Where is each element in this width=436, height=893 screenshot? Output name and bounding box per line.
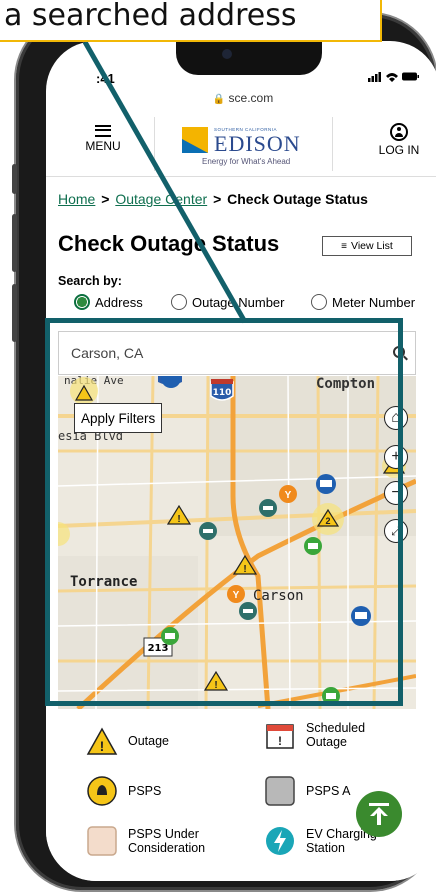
camera-icon xyxy=(222,49,232,59)
status-time: :41 xyxy=(96,71,115,86)
svg-text:2: 2 xyxy=(325,516,330,526)
crew-vehicle-marker-icon[interactable] xyxy=(316,474,336,494)
radio-meter-number[interactable]: Meter Number xyxy=(311,294,415,310)
service-center-marker-icon[interactable] xyxy=(239,602,257,620)
menu-button[interactable]: MENU xyxy=(80,125,126,153)
crew-vehicle-marker-icon[interactable] xyxy=(351,606,371,626)
legend-item-scheduled-outage: ! Scheduled Outage xyxy=(264,719,404,751)
service-center-marker-icon[interactable] xyxy=(259,499,277,517)
callout-text: a searched address xyxy=(4,0,297,33)
psps-bell-icon xyxy=(86,775,118,807)
legend-item-psps-area: PSPS A xyxy=(264,775,350,807)
radio-outage-number[interactable]: Outage Number xyxy=(171,294,285,310)
svg-text:Y: Y xyxy=(233,590,240,601)
search-input-value[interactable]: Carson, CA xyxy=(71,345,143,361)
psps-consideration-icon xyxy=(86,825,118,857)
user-icon xyxy=(390,123,408,141)
warning-triangle-icon: ! xyxy=(86,725,118,757)
svg-text:213: 213 xyxy=(148,643,169,654)
menu-label: MENU xyxy=(85,139,121,153)
search-by-label: Search by: xyxy=(58,274,122,288)
login-label: LOG IN xyxy=(378,143,420,157)
logo-tagline: Energy for What's Ahead xyxy=(202,157,291,166)
radio-unselected-icon xyxy=(311,294,327,310)
url-text: sce.com xyxy=(228,91,274,105)
breadcrumb-separator: > xyxy=(101,191,110,207)
breadcrumb-home-link[interactable]: Home xyxy=(58,191,95,207)
radio-address-label: Address xyxy=(95,294,143,310)
home-icon[interactable]: ⌂ xyxy=(384,406,408,430)
radio-unselected-icon xyxy=(171,294,187,310)
page-title: Check Outage Status xyxy=(58,231,280,256)
list-icon: ≡ xyxy=(341,240,347,252)
fullscreen-icon[interactable]: ⤢ xyxy=(384,519,408,543)
view-list-button[interactable]: ≡ View List xyxy=(322,236,412,256)
food-marker-icon[interactable]: Y xyxy=(279,485,297,503)
site-header: MENU SOUTHERN CALIFORNIA EDISON Energy f… xyxy=(46,109,436,177)
signal-wifi-battery-icon xyxy=(368,72,419,82)
login-button[interactable]: LOG IN xyxy=(374,123,424,157)
map-label-compton: Compton xyxy=(316,376,375,392)
map-label-carson: Carson xyxy=(253,588,304,604)
search-icon[interactable] xyxy=(393,346,405,358)
breadcrumb-current: Check Outage Status xyxy=(227,191,368,207)
radio-meter-number-label: Meter Number xyxy=(332,294,416,310)
header-divider xyxy=(154,117,155,171)
map-label-torrance: Torrance xyxy=(70,574,137,590)
legend-label: Outage xyxy=(128,733,170,748)
psps-area-icon xyxy=(264,775,296,807)
svg-text:110: 110 xyxy=(213,388,232,398)
legend-item-psps-under-consideration: PSPS Under Consideration xyxy=(86,825,246,857)
view-list-label: View List xyxy=(351,240,393,252)
legend-item-outage: ! Outage xyxy=(86,725,169,757)
svg-text:!: ! xyxy=(177,514,180,525)
svg-text:!: ! xyxy=(243,564,246,575)
legend-label: PSPS Under Consideration xyxy=(128,826,206,855)
radio-selected-icon xyxy=(74,294,90,310)
legend-item-psps: PSPS xyxy=(86,775,161,807)
sce-logo[interactable]: SOUTHERN CALIFORNIA EDISON Energy for Wh… xyxy=(174,115,314,171)
svg-text:!: ! xyxy=(100,738,105,754)
logo-name: EDISON xyxy=(214,131,301,156)
mute-switch xyxy=(12,164,17,194)
calendar-warning-icon: ! xyxy=(264,719,296,751)
zoom-out-icon[interactable]: − xyxy=(384,481,408,505)
ev-bolt-icon xyxy=(264,825,296,857)
highway-shield-110: 110 xyxy=(210,379,234,401)
ev-station-marker-icon[interactable] xyxy=(304,537,322,555)
phone-frame: :41 🔒 sce.com MENU SOUTHERN CALIFORNIA E… xyxy=(12,14,436,890)
address-search-field[interactable]: Carson, CA xyxy=(58,331,416,375)
radio-outage-number-label: Outage Number xyxy=(192,294,285,310)
arrow-up-icon xyxy=(369,803,389,825)
search-by-radio-group: Address Outage Number Meter Number xyxy=(58,294,436,316)
callout-label: a searched address xyxy=(0,0,382,42)
header-divider xyxy=(332,117,333,171)
breadcrumb-outage-center-link[interactable]: Outage Center xyxy=(115,191,207,207)
svg-text:!: ! xyxy=(214,680,217,691)
ev-station-marker-icon[interactable] xyxy=(161,627,179,645)
hamburger-icon xyxy=(95,125,111,137)
status-icons xyxy=(368,71,420,86)
svg-text:!: ! xyxy=(278,734,282,748)
url-bar[interactable]: 🔒 sce.com xyxy=(46,91,436,105)
notch xyxy=(176,41,322,75)
apply-filters-button[interactable]: Apply Filters xyxy=(74,403,163,433)
food-marker-icon[interactable]: Y xyxy=(227,585,245,603)
breadcrumb: Home > Outage Center > Check Outage Stat… xyxy=(58,191,368,207)
scroll-to-top-button[interactable] xyxy=(356,791,402,837)
legend-label: PSPS A xyxy=(306,783,351,798)
service-center-marker-icon[interactable] xyxy=(199,522,217,540)
volume-up-button xyxy=(12,214,17,272)
legend-label: PSPS xyxy=(128,783,162,798)
lock-icon: 🔒 xyxy=(212,94,226,105)
volume-down-button xyxy=(12,284,17,342)
svg-text:Y: Y xyxy=(285,490,292,501)
ev-station-marker-icon[interactable] xyxy=(322,687,340,705)
breadcrumb-separator: > xyxy=(213,191,222,207)
edison-logo-mark-icon xyxy=(182,127,208,153)
zoom-in-icon[interactable]: + xyxy=(384,445,408,469)
legend-label: Scheduled Outage xyxy=(306,720,366,749)
radio-address[interactable]: Address xyxy=(74,294,143,310)
phone-screen: :41 🔒 sce.com MENU SOUTHERN CALIFORNIA E… xyxy=(46,41,436,881)
